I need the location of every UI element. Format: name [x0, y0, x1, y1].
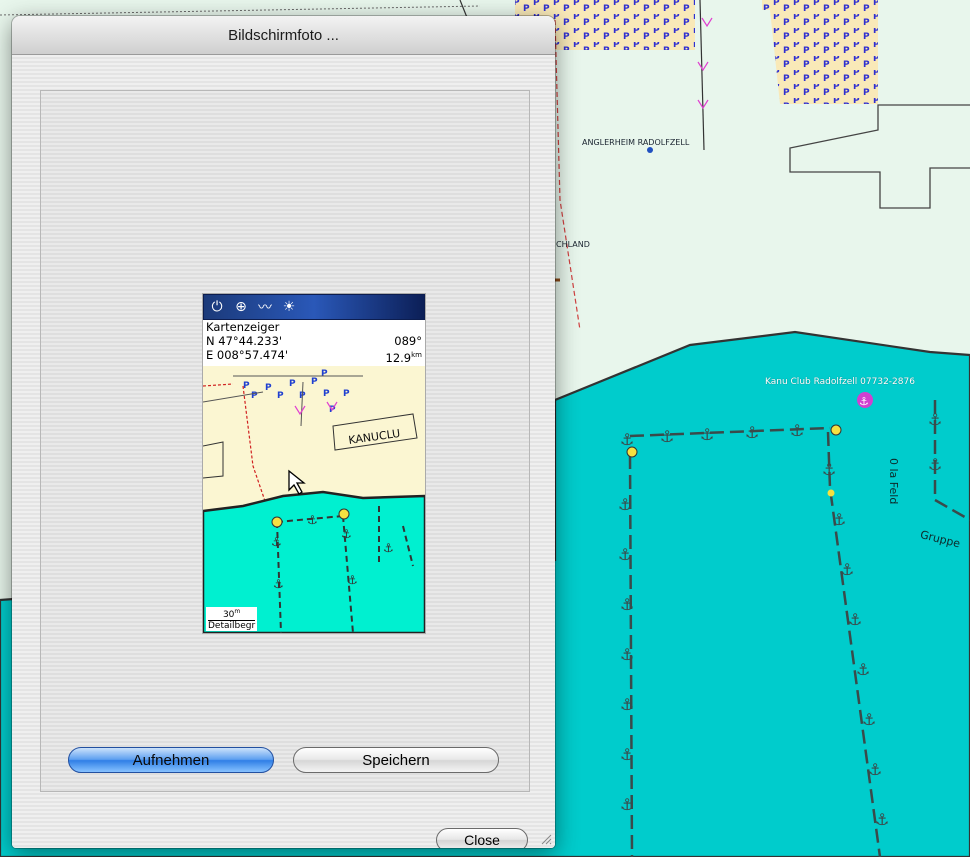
- map-label-feld: 0 la Feld: [887, 458, 900, 505]
- svg-text:⚓: ⚓: [383, 541, 394, 555]
- svg-text:⚓: ⚓: [618, 495, 632, 514]
- longitude-value: E 008°57.474': [206, 348, 289, 362]
- detail-label: Detailbegr: [208, 621, 256, 631]
- svg-text:⚓: ⚓: [618, 545, 632, 564]
- svg-text:⚓: ⚓: [868, 760, 882, 779]
- svg-text:⚓: ⚓: [273, 577, 284, 591]
- capture-button[interactable]: Aufnehmen: [68, 747, 274, 773]
- svg-text:⚓: ⚓: [620, 745, 634, 764]
- svg-text:⚓: ⚓: [620, 695, 634, 714]
- gps-device-screenshot: ⏻ ⊕ 〰 ☀ Kartenzeiger N 47°44.233' 089° E…: [202, 293, 426, 634]
- backlight-icon: ☀: [282, 299, 296, 315]
- svg-text:P: P: [343, 389, 350, 399]
- svg-text:⚓: ⚓: [700, 425, 714, 444]
- svg-text:⚓: ⚓: [620, 430, 634, 449]
- svg-text:P: P: [277, 391, 284, 401]
- svg-text:⚓: ⚓: [620, 595, 634, 614]
- svg-text:P: P: [251, 391, 258, 401]
- scale-unit: m: [234, 608, 241, 615]
- track-icon: 〰: [258, 300, 272, 316]
- svg-text:⚓: ⚓: [928, 410, 942, 429]
- svg-text:⚓: ⚓: [862, 710, 876, 729]
- svg-text:⚓: ⚓: [928, 455, 942, 474]
- satellite-icon: ⊕: [235, 299, 247, 315]
- svg-text:P: P: [289, 379, 296, 389]
- svg-text:⚓: ⚓: [856, 660, 870, 679]
- svg-text:⚓: ⚓: [620, 645, 634, 664]
- svg-text:P: P: [321, 369, 328, 379]
- screenshot-dialog: Bildschirmfoto ... ⏻ ⊕ 〰 ☀ Kartenzeiger …: [12, 16, 555, 848]
- power-plug-icon: ⏻: [211, 299, 223, 315]
- svg-text:⚓: ⚓: [859, 395, 869, 408]
- svg-text:⚓: ⚓: [271, 535, 282, 549]
- distance-value: 12.9: [385, 350, 412, 365]
- preview-panel: ⏻ ⊕ 〰 ☀ Kartenzeiger N 47°44.233' 089° E…: [40, 90, 530, 792]
- map-label-chland: CHLAND: [556, 240, 590, 249]
- svg-text:P: P: [265, 383, 272, 393]
- svg-text:⚓: ⚓: [832, 510, 846, 529]
- gps-map-view: PPPPP PPPPPP KANUCLU ⚓⚓: [203, 366, 425, 633]
- gps-status-toolbar: ⏻ ⊕ 〰 ☀: [203, 294, 425, 320]
- gps-info-panel: Kartenzeiger N 47°44.233' 089° E 008°57.…: [203, 320, 425, 366]
- map-label-anglerheim: ANGLERHEIM RADOLFZELL: [582, 138, 690, 147]
- distance-unit: km: [411, 351, 422, 359]
- svg-text:⚓: ⚓: [620, 795, 634, 814]
- svg-text:P: P: [323, 389, 330, 399]
- svg-text:⚓: ⚓: [745, 423, 759, 442]
- save-button[interactable]: Speichern: [293, 747, 499, 773]
- svg-text:P: P: [243, 381, 250, 391]
- svg-text:⚓: ⚓: [660, 427, 674, 446]
- svg-text:⚓: ⚓: [875, 810, 889, 829]
- pointer-label: Kartenzeiger: [206, 320, 280, 334]
- scale-value: 30: [222, 610, 235, 620]
- svg-text:⚓: ⚓: [848, 610, 862, 629]
- map-scale: 30m Detailbegr: [206, 607, 258, 631]
- bearing-value: 089°: [394, 334, 422, 348]
- svg-text:⚓: ⚓: [822, 460, 836, 479]
- resize-grip-icon[interactable]: [540, 833, 552, 845]
- svg-text:⚓: ⚓: [307, 513, 318, 527]
- svg-text:P: P: [311, 377, 318, 387]
- svg-text:⚓: ⚓: [341, 527, 352, 541]
- dialog-title: Bildschirmfoto ...: [228, 26, 339, 44]
- svg-text:⚓: ⚓: [790, 421, 804, 440]
- latitude-value: N 47°44.233': [206, 334, 283, 348]
- close-button[interactable]: Close: [436, 828, 528, 848]
- svg-text:⚓: ⚓: [347, 573, 358, 587]
- map-label-kanu-club: Kanu Club Radolfzell 07732-2876: [765, 377, 915, 387]
- dialog-titlebar[interactable]: Bildschirmfoto ...: [12, 16, 555, 55]
- dialog-content: ⏻ ⊕ 〰 ☀ Kartenzeiger N 47°44.233' 089° E…: [12, 55, 555, 848]
- svg-text:⚓: ⚓: [840, 560, 854, 579]
